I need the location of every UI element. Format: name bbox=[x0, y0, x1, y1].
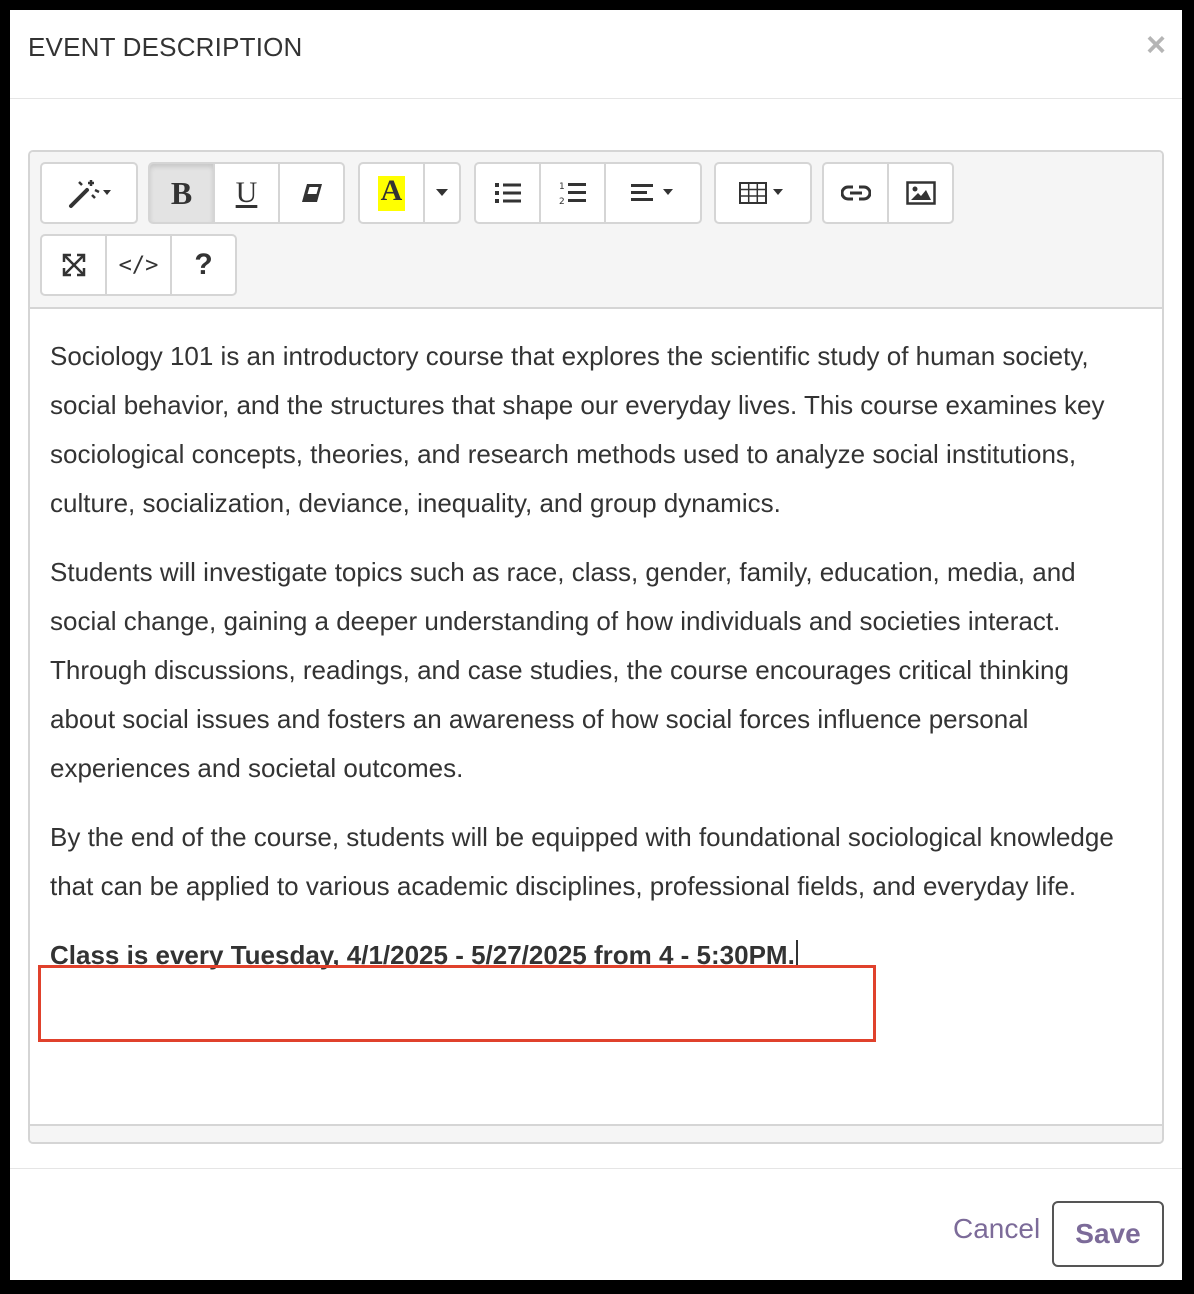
editor-content[interactable]: Sociology 101 is an introductory course … bbox=[50, 332, 1136, 1000]
link-icon bbox=[840, 185, 871, 201]
fullscreen-icon bbox=[62, 253, 85, 277]
bold-icon: B bbox=[170, 174, 193, 211]
help-icon: ? bbox=[194, 248, 213, 281]
modal-footer: Cancel Save bbox=[10, 1168, 1182, 1280]
font-style-group: B U bbox=[148, 162, 345, 224]
clear-formatting-button[interactable] bbox=[278, 162, 345, 224]
numbered-list-icon: 1 2 bbox=[559, 182, 586, 206]
cancel-button[interactable]: Cancel bbox=[953, 1213, 1040, 1245]
underline-button[interactable]: U bbox=[213, 162, 280, 224]
code-view-button[interactable]: </> bbox=[105, 234, 172, 296]
image-icon bbox=[905, 181, 936, 205]
align-dropdown-button[interactable] bbox=[604, 162, 702, 224]
font-color-icon: A bbox=[377, 173, 406, 211]
font-color-label: A bbox=[380, 173, 403, 207]
color-dropdown-button[interactable] bbox=[423, 162, 461, 224]
table-dropdown-button[interactable] bbox=[714, 162, 812, 224]
bold-button[interactable]: B bbox=[148, 162, 215, 224]
magic-wand-icon bbox=[69, 180, 111, 208]
event-description-modal: EVENT DESCRIPTION × B U A 1 2 </> ? Soci… bbox=[10, 10, 1182, 1280]
help-button[interactable]: ? bbox=[170, 234, 237, 296]
chevron-down-icon bbox=[436, 189, 448, 196]
style-dropdown-button[interactable] bbox=[40, 162, 138, 224]
close-button[interactable]: × bbox=[1146, 28, 1166, 62]
modal-header: EVENT DESCRIPTION × bbox=[10, 10, 1182, 99]
table-group bbox=[714, 162, 812, 224]
style-group bbox=[40, 162, 138, 224]
numbered-list-button[interactable]: 1 2 bbox=[539, 162, 606, 224]
save-button[interactable]: Save bbox=[1052, 1201, 1164, 1267]
table-icon bbox=[739, 182, 783, 204]
description-paragraph-2: Students will investigate topics such as… bbox=[50, 557, 1076, 783]
font-color-button[interactable]: A bbox=[358, 162, 425, 224]
modal-title: EVENT DESCRIPTION bbox=[28, 32, 303, 62]
bulleted-list-icon bbox=[494, 183, 521, 203]
eraser-icon bbox=[301, 184, 322, 202]
misc-group: </> ? bbox=[40, 234, 237, 296]
svg-text:2: 2 bbox=[559, 197, 565, 206]
paragraph-group: 1 2 bbox=[474, 162, 702, 224]
image-button[interactable] bbox=[887, 162, 954, 224]
description-paragraph-3: By the end of the course, students will … bbox=[50, 822, 1114, 901]
editor-resize-bar[interactable] bbox=[30, 1124, 1162, 1142]
align-icon bbox=[631, 184, 673, 201]
link-button[interactable] bbox=[822, 162, 889, 224]
svg-text:1: 1 bbox=[559, 182, 565, 192]
fullscreen-button[interactable] bbox=[40, 234, 107, 296]
schedule-highlight-box bbox=[38, 965, 876, 1042]
editor-toolbar: B U A 1 2 </> ? bbox=[30, 152, 1162, 309]
code-view-icon: </> bbox=[118, 252, 159, 278]
text-cursor bbox=[795, 940, 798, 968]
insert-group bbox=[822, 162, 954, 224]
description-paragraph-1: Sociology 101 is an introductory course … bbox=[50, 341, 1105, 518]
bulleted-list-button[interactable] bbox=[474, 162, 541, 224]
color-group: A bbox=[358, 162, 461, 224]
underline-icon: U bbox=[235, 176, 258, 209]
